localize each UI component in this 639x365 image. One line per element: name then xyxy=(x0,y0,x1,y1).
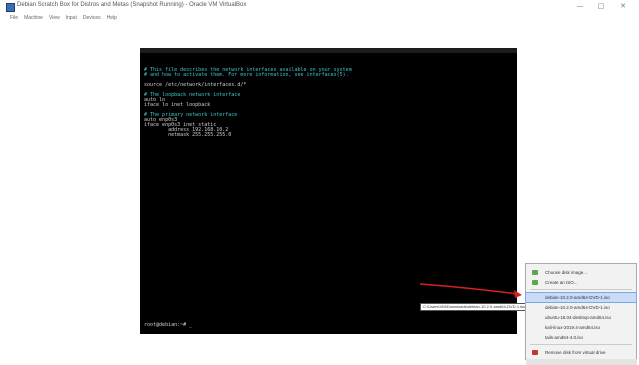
terminal-text: # This file describes the network interf… xyxy=(144,68,352,138)
context-menu-item-label: kali-linux-2019.4-amd64.iso xyxy=(545,325,601,330)
context-menu-item[interactable]: debian-10.2.0-amd64-DVD-1.iso xyxy=(525,292,637,303)
context-menu-item-label: Create an ISO... xyxy=(545,280,578,285)
disc-icon xyxy=(532,270,538,275)
disc-icon xyxy=(532,350,538,355)
menu-input[interactable]: Input xyxy=(66,15,77,25)
minimize-button[interactable]: — xyxy=(573,1,587,12)
context-menu-item-label: Choose disk image... xyxy=(545,270,588,275)
context-menu-item-label: ubuntu-18.04-desktop-amd64.iso xyxy=(545,315,612,320)
context-menu-item[interactable]: debian-10.2.0-amd64-DVD-1.iso xyxy=(526,303,636,312)
menu-view[interactable]: View xyxy=(49,15,60,25)
menu-devices[interactable]: Devices xyxy=(83,15,101,25)
menu-separator xyxy=(530,289,632,290)
disc-icon xyxy=(532,280,538,285)
maximize-button[interactable]: □ xyxy=(594,1,608,12)
context-menu-item[interactable]: kali-linux-2019.4-amd64.iso xyxy=(526,323,636,332)
context-menu-item[interactable]: tails-amd64-4.0.iso xyxy=(526,333,636,342)
optical-drive-context-menu: Choose disk image... Create an ISO... debi… xyxy=(525,263,637,360)
context-menu-item-label: Remove disk from virtual drive xyxy=(545,350,606,355)
context-menu-item-label: debian-10.2.0-amd64-DVD-1.iso xyxy=(545,305,610,310)
window-title: Debian Scratch Box for Distros and Metas… xyxy=(17,2,247,8)
terminal-line: # and how to activate them. For more inf… xyxy=(144,72,349,78)
menu-bar: File Machine View Input Devices Help xyxy=(10,15,117,25)
window-title-bar: Debian Scratch Box for Distros and Metas… xyxy=(0,0,639,14)
vm-caption-bar xyxy=(140,48,517,53)
menu-machine[interactable]: Machine xyxy=(24,15,43,25)
shell-prompt: root@debian:~# _ xyxy=(144,322,193,328)
context-menu-item[interactable]: Create an ISO... xyxy=(526,278,636,287)
vm-status-bar xyxy=(526,359,637,365)
menu-file[interactable]: File xyxy=(10,15,18,25)
context-menu-item[interactable]: Remove disk from virtual drive xyxy=(526,348,636,357)
iso-path-tooltip: C:\Users\VM\Downloads\debian-10.2.0-amd6… xyxy=(420,303,528,311)
red-arrow-annotation xyxy=(419,283,522,298)
menu-help[interactable]: Help xyxy=(107,15,117,25)
context-menu-item[interactable]: ubuntu-18.04-desktop-amd64.iso xyxy=(526,313,636,322)
close-button[interactable]: ✕ xyxy=(616,1,630,12)
menu-separator xyxy=(530,344,632,345)
virtualbox-app-icon xyxy=(6,3,15,12)
context-menu-item-label: tails-amd64-4.0.iso xyxy=(545,335,584,340)
context-menu-item[interactable]: Choose disk image... xyxy=(526,268,636,277)
context-menu-item-label: debian-10.2.0-amd64-DVD-1.iso xyxy=(545,295,610,300)
terminal-line: netmask 255.255.255.0 xyxy=(144,132,232,138)
